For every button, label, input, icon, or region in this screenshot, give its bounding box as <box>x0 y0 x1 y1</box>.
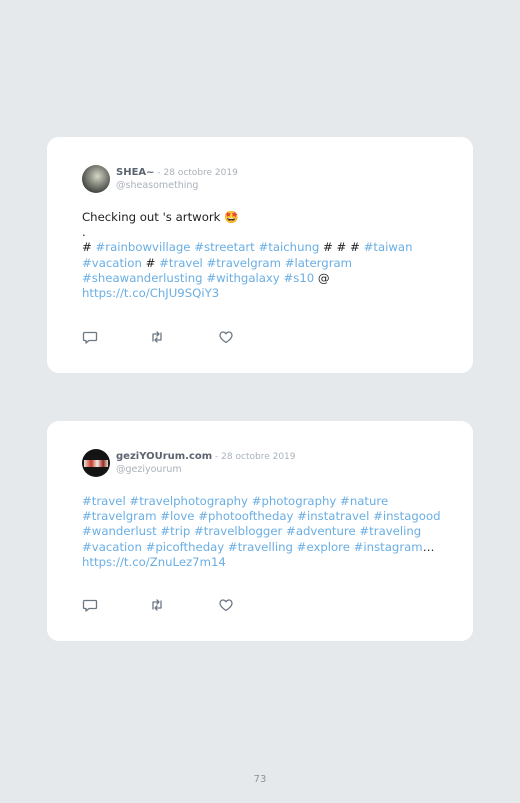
text-fragment: # # # <box>319 240 364 255</box>
hashtag-link[interactable]: #wanderlust <box>82 524 157 538</box>
tweet-link[interactable]: https://t.co/ZnuLez7m14 <box>82 555 226 569</box>
tweet-text-line: #travelgram #love #photooftheday #instat… <box>82 509 441 524</box>
reply-icon[interactable] <box>82 329 98 345</box>
retweet-icon[interactable] <box>149 329 165 345</box>
retweet-icon[interactable] <box>149 597 165 613</box>
tweet-actions <box>82 597 252 613</box>
like-icon[interactable] <box>218 597 234 613</box>
tweet-text-line: https://t.co/ZnuLez7m14 <box>82 555 441 570</box>
separator: - <box>212 452 222 462</box>
tweet-card: SHEA~ - 28 octobre 2019 @sheasomething C… <box>47 137 473 373</box>
hashtag-link[interactable]: #travelgram <box>82 509 156 523</box>
tweet-text-line: #wanderlust #trip #travelblogger #advent… <box>82 524 441 539</box>
hashtag-link[interactable]: #travelphotography <box>129 494 248 508</box>
tweet-date[interactable]: 28 octobre 2019 <box>164 168 238 178</box>
author-block: geziYOUrum.com - 28 octobre 2019 @geziyo… <box>116 451 296 476</box>
author-block: SHEA~ - 28 octobre 2019 @sheasomething <box>116 167 238 192</box>
avatar[interactable] <box>82 449 110 477</box>
tweet-card: geziYOUrum.com - 28 octobre 2019 @geziyo… <box>47 421 473 641</box>
hashtag-link[interactable]: #vacation <box>82 540 142 554</box>
hashtag-link[interactable]: #picoftheday <box>146 540 225 554</box>
hashtag-link[interactable]: #instagood <box>373 509 440 523</box>
separator: - <box>154 168 164 178</box>
tweet-text: Checking out 's artwork 🤩. # #rainbowvill… <box>82 210 413 301</box>
text-fragment: # <box>82 240 96 255</box>
text-fragment: Checking out 's artwork <box>82 210 225 224</box>
tweet-date[interactable]: 28 octobre 2019 <box>221 452 295 462</box>
hashtag-link[interactable]: #vacation <box>82 256 142 270</box>
tweet-actions <box>82 329 252 345</box>
hashtag-link[interactable]: #taichung <box>258 240 319 254</box>
hashtag-link[interactable]: #travel <box>159 256 203 270</box>
hashtag-link[interactable]: #explore <box>297 540 350 554</box>
hashtag-link[interactable]: #photography <box>252 494 337 508</box>
hashtag-link[interactable]: #streetart <box>194 240 255 254</box>
author-name[interactable]: SHEA~ <box>116 167 155 178</box>
hashtag-link[interactable]: #travelling <box>228 540 293 554</box>
hashtag-link[interactable]: #nature <box>340 494 388 508</box>
reply-icon[interactable] <box>82 597 98 613</box>
tweet-text-line: #sheawanderlusting #withgalaxy #s10 @ <box>82 271 413 286</box>
hashtag-link[interactable]: #instatravel <box>297 509 369 523</box>
author-handle[interactable]: @geziyourum <box>116 464 296 476</box>
hashtag-link[interactable]: #traveling <box>359 524 421 538</box>
hashtag-link[interactable]: #latergram <box>285 256 352 270</box>
hashtag-link[interactable]: #travelblogger <box>194 524 282 538</box>
hashtag-link[interactable]: #photooftheday <box>198 509 293 523</box>
author-name[interactable]: geziYOUrum.com <box>116 451 212 462</box>
author-handle[interactable]: @sheasomething <box>116 180 238 192</box>
hashtag-link[interactable]: #love <box>160 509 194 523</box>
tweet-text-line: Checking out 's artwork 🤩 <box>82 210 413 225</box>
page-number: 73 <box>253 774 267 785</box>
text-fragment: . <box>82 225 86 240</box>
tweet-text-line: # #rainbowvillage #streetart #taichung #… <box>82 240 413 255</box>
star-struck-emoji: 🤩 <box>224 210 239 224</box>
hashtag-link[interactable]: #sheawanderlusting <box>82 271 203 285</box>
text-fragment: … <box>422 539 435 554</box>
hashtag-link[interactable]: #s10 <box>283 271 314 285</box>
tweet-text: #travel #travelphotography #photography … <box>82 494 441 570</box>
hashtag-link[interactable]: #adventure <box>286 524 356 538</box>
hashtag-link[interactable]: #trip <box>160 524 190 538</box>
tweet-text-line: #travel #travelphotography #photography … <box>82 494 441 509</box>
tweet-text-line: . <box>82 225 413 240</box>
hashtag-link[interactable]: #travelgram <box>207 256 281 270</box>
tweet-text-line: https://t.co/ChJU9SQiY3 <box>82 286 413 301</box>
tweet-text-line: #vacation # #travel #travelgram #latergr… <box>82 256 413 271</box>
hashtag-link[interactable]: #taiwan <box>364 240 413 254</box>
text-fragment: @ <box>314 270 330 285</box>
hashtag-link[interactable]: #travel <box>82 494 126 508</box>
avatar[interactable] <box>82 165 110 193</box>
text-fragment: # <box>141 255 160 270</box>
tweet-text-line: #vacation #picoftheday #travelling #expl… <box>82 540 441 555</box>
tweet-link[interactable]: https://t.co/ChJU9SQiY3 <box>82 286 219 300</box>
like-icon[interactable] <box>218 329 234 345</box>
hashtag-link[interactable]: #rainbowvillage <box>96 240 191 254</box>
hashtag-link[interactable]: #withgalaxy <box>206 271 279 285</box>
hashtag-link[interactable]: #instagram <box>354 540 423 554</box>
